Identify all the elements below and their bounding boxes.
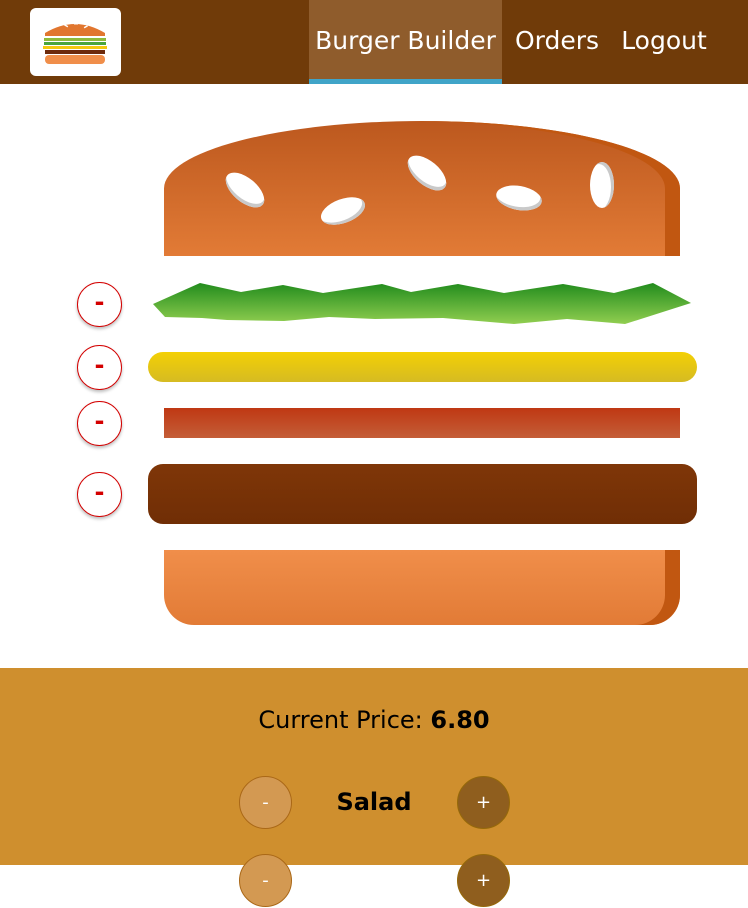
- cheese-layer: [148, 352, 697, 382]
- build-controls: Current Price: 6.80 - Salad + - +: [0, 668, 748, 907]
- sesame-seed: [317, 191, 369, 231]
- nav-orders[interactable]: Orders: [505, 0, 609, 84]
- remove-salad-button[interactable]: -: [77, 282, 122, 327]
- remove-bacon-button[interactable]: -: [77, 401, 122, 446]
- bacon-layer: [164, 408, 680, 438]
- logo[interactable]: [30, 8, 121, 76]
- build-control-next: - +: [0, 854, 748, 908]
- ingredient-label: Salad: [336, 788, 412, 816]
- remove-cheese-button[interactable]: -: [77, 345, 122, 390]
- sesame-seed: [401, 149, 453, 197]
- nav-logout[interactable]: Logout: [612, 0, 716, 84]
- ingredient-label: [320, 854, 428, 907]
- sesame-seed: [494, 182, 544, 214]
- bread-bottom-layer: [164, 550, 680, 625]
- current-price: Current Price: 6.80: [0, 706, 748, 734]
- more-ingredient-button[interactable]: +: [457, 854, 510, 907]
- build-control-salad: - Salad +: [0, 776, 748, 830]
- sesame-seed: [219, 166, 271, 214]
- toolbar: Burger Builder Orders Logout: [0, 0, 748, 84]
- burger-logo-icon: [43, 23, 107, 64]
- salad-layer: [153, 283, 691, 324]
- sesame-seed: [590, 162, 614, 208]
- remove-meat-button[interactable]: -: [77, 472, 122, 517]
- meat-layer: [148, 464, 697, 524]
- more-salad-button[interactable]: +: [457, 776, 510, 829]
- price-value: 6.80: [430, 706, 490, 734]
- less-salad-button[interactable]: -: [239, 776, 292, 829]
- nav-burger-builder[interactable]: Burger Builder: [309, 0, 502, 84]
- burger-preview: - - - -: [0, 84, 748, 668]
- price-label: Current Price:: [258, 706, 423, 734]
- bread-top-layer: [164, 121, 680, 256]
- less-ingredient-button[interactable]: -: [239, 854, 292, 907]
